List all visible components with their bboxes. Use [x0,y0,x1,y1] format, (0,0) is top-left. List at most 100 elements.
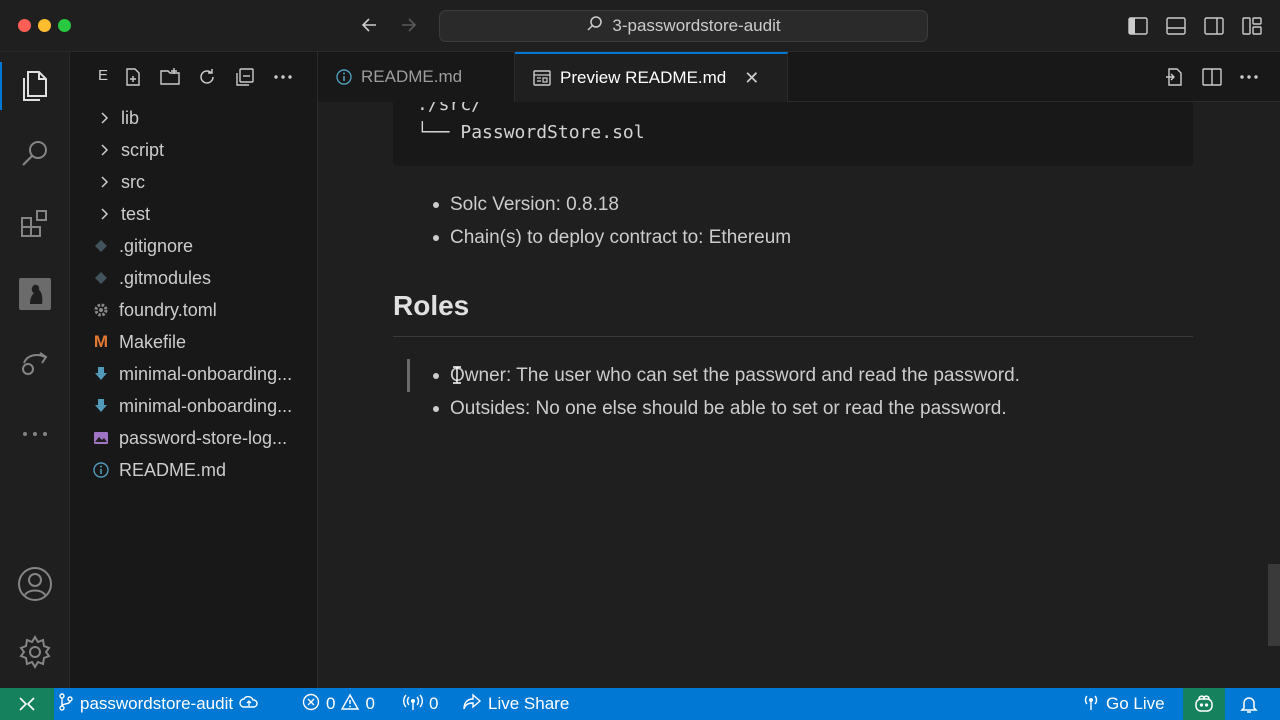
more-actions-icon[interactable] [270,64,296,90]
tree-file-gitmodules[interactable]: .gitmodules [70,262,318,294]
branch-name: passwordstore-audit [80,694,234,713]
back-arrow-icon[interactable] [357,12,383,38]
close-window-button[interactable] [18,19,31,32]
heading-divider [393,336,1193,337]
tree-file-password-store-logo[interactable]: password-store-log... [70,422,318,454]
tree-file-gitignore[interactable]: .gitignore [70,230,318,262]
new-file-icon[interactable] [120,64,146,90]
chevron-right-icon [94,111,116,125]
tree-item-label: src [121,171,145,192]
collapse-all-icon[interactable] [232,64,258,90]
roles-list: Owner: The user who can set the password… [430,359,1020,425]
new-folder-icon[interactable] [157,64,183,90]
toggle-primary-sidebar-icon[interactable] [1125,13,1151,39]
list-item: Owner: The user who can set the password… [430,359,1020,392]
search-icon [586,15,604,38]
forward-arrow-icon[interactable] [395,12,421,38]
account-avatar-icon[interactable] [0,264,70,324]
tree-folder-src[interactable]: src [70,166,318,198]
customize-layout-icon[interactable] [1239,13,1265,39]
git-icon [90,239,112,253]
text-cursor-indicator [407,359,410,392]
warning-count: 0 [365,694,375,713]
tree-file-minimal-onboarding-1[interactable]: minimal-onboarding... [70,358,318,390]
remote-explorer-icon[interactable] [0,334,70,394]
sync-cloud-icon [239,694,259,715]
code-block: ./src/ └── PasswordStore.sol [393,102,1193,166]
makefile-icon: M [93,332,109,351]
tree-file-makefile[interactable]: M Makefile [70,326,318,358]
toggle-panel-icon[interactable] [1163,13,1189,39]
gear-icon [90,302,112,318]
close-icon[interactable]: ✕ [744,68,759,89]
toggle-secondary-sidebar-icon[interactable] [1201,13,1227,39]
editor-tab-bar: README.md Preview README.md ✕ [318,52,1280,102]
tree-item-label: lib [121,107,140,128]
extensions-icon[interactable] [0,194,70,254]
explorer-title: E [98,67,109,84]
tree-file-minimal-onboarding-2[interactable]: minimal-onboarding... [70,390,318,422]
tree-item-label: minimal-onboarding... [119,363,293,384]
tree-branch-glyph: └── [417,122,450,143]
tab-preview-readme[interactable]: Preview README.md ✕ [515,52,788,102]
minimize-window-button[interactable] [38,19,51,32]
tree-file-readme[interactable]: README.md [70,454,318,486]
tree-folder-script[interactable]: script [70,134,318,166]
code-line: ./src/ [417,102,483,115]
mouse-cursor-icon [453,366,461,384]
branch-status[interactable]: passwordstore-audit [58,688,259,720]
refresh-icon[interactable] [194,64,220,90]
more-views-icon[interactable] [0,404,70,464]
title-bar: 3-passwordstore-audit [0,0,1280,52]
git-branch-icon [58,692,74,716]
explorer-sidebar: E lib script src test .gitignore .gitmod… [70,52,318,688]
tree-item-label: script [121,139,165,160]
chevron-right-icon [94,143,116,157]
info-icon [336,69,352,85]
tree-item-label: .gitignore [119,235,194,256]
open-source-icon[interactable] [1161,64,1187,90]
tree-folder-lib[interactable]: lib [70,102,318,134]
go-live-label: Go Live [1106,694,1165,713]
error-count: 0 [326,694,336,713]
info-icon [90,462,112,478]
git-icon [90,271,112,285]
scope-list: Solc Version: 0.8.18 Chain(s) to deploy … [430,188,791,254]
notifications-bell-icon[interactable] [1240,688,1258,720]
scrollbar-thumb[interactable] [1268,564,1280,646]
download-icon [90,366,112,382]
tree-folder-test[interactable]: test [70,198,318,230]
warning-icon [341,693,360,716]
split-editor-icon[interactable] [1199,64,1225,90]
list-item: Outsides: No one else should be able to … [430,392,1020,425]
maximize-window-button[interactable] [58,19,71,32]
settings-gear-icon[interactable] [0,622,70,682]
remote-indicator-icon[interactable] [0,688,54,720]
chevron-right-icon [94,175,116,189]
chevron-right-icon [94,207,116,221]
image-icon [90,431,112,445]
file-tree: lib script src test .gitignore .gitmodul… [70,102,318,486]
tree-item-label: test [121,203,151,224]
error-icon [302,693,320,716]
accounts-icon[interactable] [0,554,70,614]
roles-heading: Roles [393,290,470,321]
tree-item-label: password-store-log... [119,427,288,448]
command-center-search[interactable]: 3-passwordstore-audit [439,10,928,42]
tab-readme[interactable]: README.md [318,52,515,102]
live-share-button[interactable]: Live Share [462,688,569,720]
status-bar: passwordstore-audit 0 0 0 Live Share Go … [0,688,1280,720]
search-icon[interactable] [0,124,70,184]
ports-status[interactable]: 0 [403,688,438,720]
download-icon [90,398,112,414]
explorer-icon[interactable] [0,56,70,116]
broadcast-icon [1082,693,1100,716]
copilot-icon[interactable] [1183,688,1225,720]
tree-item-label: minimal-onboarding... [119,395,293,416]
tree-file-foundry-toml[interactable]: foundry.toml [70,294,318,326]
go-live-button[interactable]: Go Live [1082,688,1165,720]
markdown-preview[interactable]: ./src/ └── PasswordStore.sol Solc Versio… [318,102,1280,688]
problems-status[interactable]: 0 0 [302,688,375,720]
more-actions-icon[interactable] [1236,64,1262,90]
list-item: Chain(s) to deploy contract to: Ethereum [430,221,791,254]
